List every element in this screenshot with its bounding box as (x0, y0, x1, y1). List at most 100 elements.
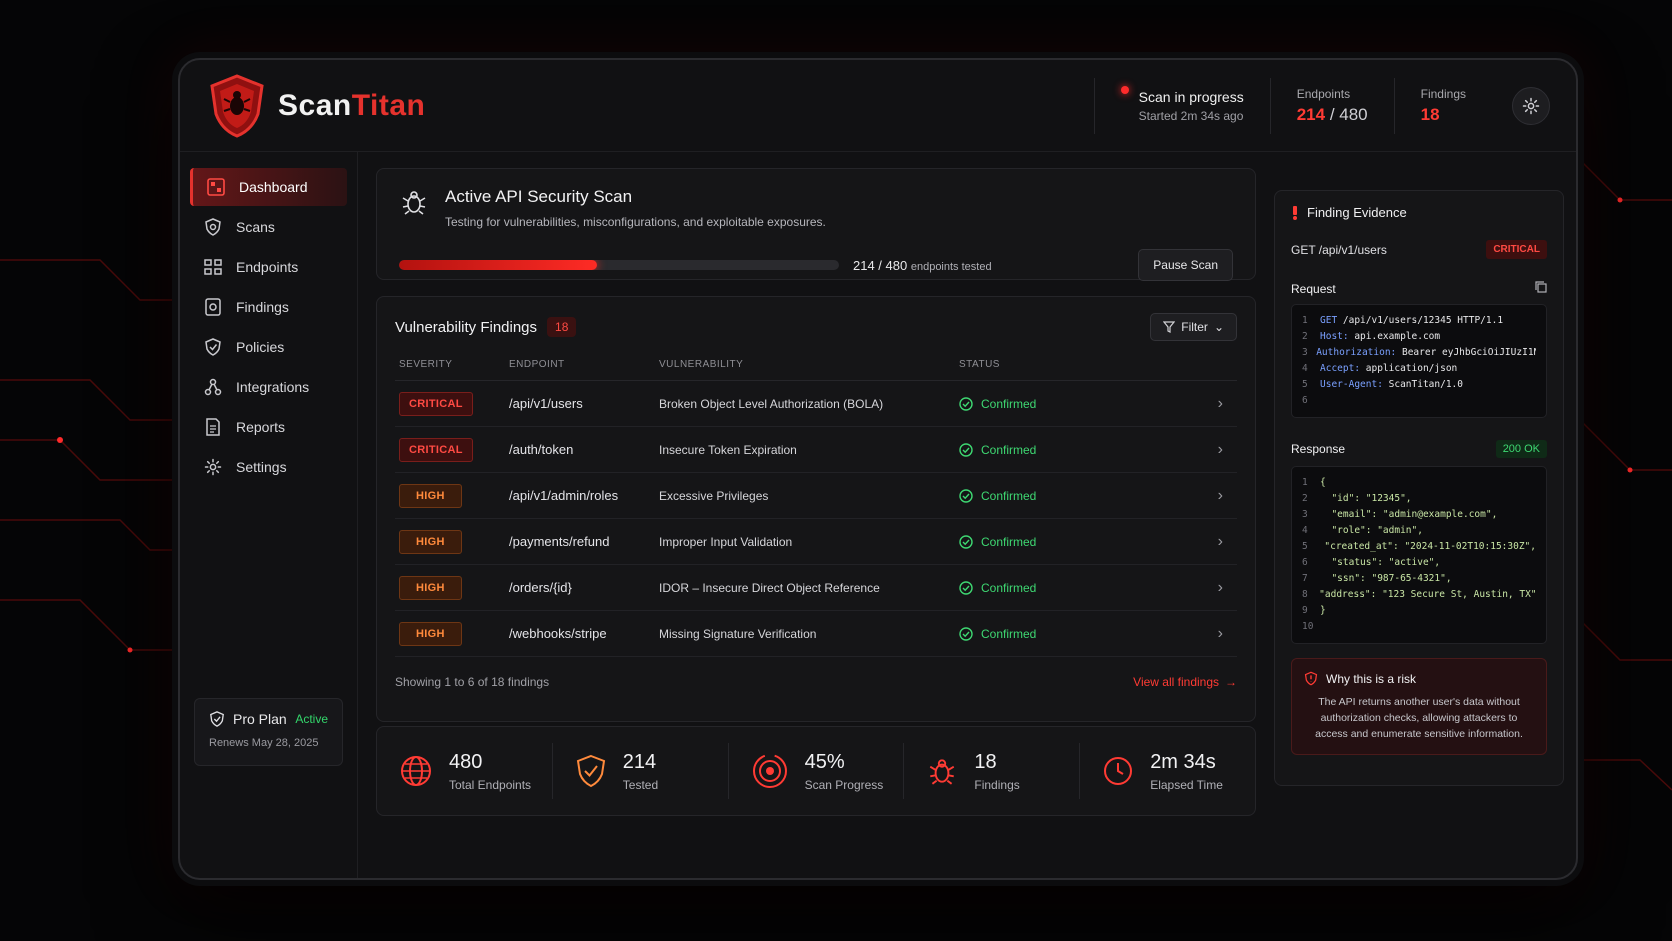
pause-scan-button[interactable]: Pause Scan (1138, 249, 1233, 281)
sidebar-item-label: Reports (236, 419, 286, 435)
severity-badge: HIGH (399, 483, 462, 508)
row-endpoint: /api/v1/admin/roles (509, 488, 619, 503)
line-number: 6 (1302, 557, 1308, 568)
tested-count: 214 / 480 (853, 257, 908, 273)
stat-value: 480 (449, 750, 483, 773)
line-number: 9 (1302, 605, 1308, 616)
status-label: Confirmed (981, 488, 1037, 503)
table-row[interactable]: HIGH/webhooks/stripe Missing Signature Ve… (395, 611, 1237, 657)
row-endpoint: /auth/token (509, 442, 574, 457)
chevron-right-icon[interactable]: › (1119, 441, 1233, 459)
findings-metric-value: 18 (1420, 104, 1440, 124)
line-number: 10 (1302, 621, 1314, 632)
row-endpoint: /api/v1/users (509, 396, 583, 411)
line-number: 4 (1302, 525, 1308, 536)
chevron-right-icon[interactable]: › (1119, 533, 1233, 551)
line-number: 1 (1302, 477, 1308, 488)
shield-bug-logo-icon (210, 73, 264, 138)
settings-button[interactable] (1512, 86, 1550, 125)
code-text: "ssn": "987-65-4321", (1320, 573, 1452, 584)
scan-status: Scan in progress Started 2m 34s ago (1093, 77, 1270, 134)
code-line: 4 Accept: application/json (1302, 361, 1536, 377)
table-row[interactable]: CRITICAL/auth/token Insecure Token Expira… (395, 427, 1237, 473)
risk-title: Why this is a risk (1326, 671, 1417, 686)
chevron-right-icon[interactable]: › (1119, 579, 1233, 597)
request-code-block: 1 GET /api/v1/users/12345 HTTP/1.1 2 Host: … (1291, 304, 1547, 418)
stat-value: 18 (974, 750, 997, 773)
code-line: 5 User-Agent: ScanTitan/1.0 (1302, 377, 1536, 393)
bug-icon (930, 759, 955, 785)
row-vulnerability: IDOR – Insecure Direct Object Reference (659, 580, 880, 595)
view-all-findings-link[interactable]: View all findings → (1133, 675, 1237, 689)
row-vulnerability: Missing Signature Verification (659, 626, 817, 641)
table-row[interactable]: CRITICAL/api/v1/users Broken Object Level… (395, 381, 1237, 427)
stat-label: Scan Progress (804, 777, 884, 792)
chevron-right-icon[interactable]: › (1119, 487, 1233, 505)
status-label: Confirmed (981, 396, 1037, 411)
stat-value: 45% (804, 750, 845, 773)
table-header: SEVERITY ENDPOINT VULNERABILITY STATUS (395, 359, 1237, 381)
code-text: "id": "12345", (1320, 493, 1412, 504)
code-key: Host: (1320, 331, 1349, 342)
col-status: STATUS (959, 359, 1000, 370)
sidebar-item-scans[interactable]: Scans (190, 208, 347, 246)
row-status: Confirmed (959, 627, 1119, 641)
stat-label: Total Endpoints (449, 777, 532, 792)
brand[interactable]: ScanTitan (206, 72, 425, 140)
stat-value: 214 (622, 750, 657, 773)
plan-name: Pro Plan (233, 711, 287, 727)
request-label: Request (1291, 281, 1336, 296)
check-circle-icon (959, 488, 973, 503)
sidebar-item-policies[interactable]: Policies (190, 328, 347, 366)
sidebar-item-endpoints[interactable]: Endpoints (190, 248, 347, 286)
code-line: 4 "role": "admin", (1302, 523, 1536, 539)
endpoints-metric: Endpoints 214 / 480 (1269, 77, 1394, 134)
sidebar-item-integrations[interactable]: Integrations (190, 368, 347, 406)
evidence-endpoint: GET /api/v1/users (1291, 242, 1387, 257)
showing-text: Showing 1 to 6 of 18 findings (395, 675, 550, 689)
row-status: Confirmed (959, 535, 1119, 549)
line-number: 1 (1302, 315, 1308, 326)
status-label: Confirmed (981, 580, 1037, 595)
sidebar-item-settings[interactable]: Settings (190, 448, 347, 486)
row-vulnerability: Broken Object Level Authorization (BOLA) (659, 396, 884, 411)
chevron-right-icon[interactable]: › (1119, 395, 1233, 413)
line-number: 3 (1302, 347, 1308, 358)
findings-footer: Showing 1 to 6 of 18 findings View all f… (395, 675, 1237, 689)
app-window: ScanTitan Scan in progress Started 2m 34… (178, 58, 1578, 880)
evidence-title: Finding Evidence (1307, 205, 1407, 220)
code-value: ScanTitan/1.0 (1382, 379, 1463, 390)
sidebar-item-findings[interactable]: Findings (190, 288, 347, 326)
endpoints-icon (204, 259, 222, 275)
copy-button[interactable] (1535, 281, 1547, 296)
sidebar-item-dashboard[interactable]: Dashboard (190, 168, 347, 206)
code-line: 10 (1302, 619, 1536, 635)
col-vulnerability: VULNERABILITY (659, 359, 744, 370)
code-text: "address": "123 Secure St, Austin, TX" (1307, 589, 1537, 600)
stat-tested: 214 Tested (553, 743, 729, 799)
code-line: 3 Authorization: Bearer eyJhbGciOiJIUzI1N… (1302, 345, 1536, 361)
plan-card[interactable]: Pro Plan Active Renews May 28, 2025 (194, 698, 343, 766)
code-line: 1 GET /api/v1/users/12345 HTTP/1.1 (1302, 313, 1536, 329)
severity-badge: HIGH (399, 575, 462, 600)
code-key: GET (1320, 315, 1338, 326)
code-text: "email": "admin@example.com", (1320, 509, 1498, 520)
code-value: Bearer eyJhbGciOiJIUzI1NiIs... (1401, 347, 1536, 358)
sidebar-nav: Dashboard Scans Endpoints Findings Polic… (180, 168, 357, 486)
table-row[interactable]: HIGH/api/v1/admin/roles Excessive Privile… (395, 473, 1237, 519)
check-circle-icon (959, 580, 973, 595)
filter-button[interactable]: Filter ⌄ (1150, 313, 1237, 341)
code-line: 2 "id": "12345", (1302, 491, 1536, 507)
row-endpoint: /payments/refund (509, 534, 610, 549)
stat-value: 2m 34s (1150, 750, 1216, 773)
row-status: Confirmed (959, 489, 1119, 503)
table-row[interactable]: HIGH/orders/{id} IDOR – Insecure Direct O… (395, 565, 1237, 611)
findings-table-body: CRITICAL/api/v1/users Broken Object Level… (395, 381, 1237, 657)
sidebar-item-reports[interactable]: Reports (190, 408, 347, 446)
plan-renewal: Renews May 28, 2025 (209, 737, 319, 749)
code-text: "status": "active", (1320, 557, 1441, 568)
chevron-right-icon[interactable]: › (1119, 625, 1233, 643)
code-line: 2 Host: api.example.com (1302, 329, 1536, 345)
table-row[interactable]: HIGH/payments/refund Improper Input Valid… (395, 519, 1237, 565)
severity-badge: CRITICAL (399, 437, 473, 462)
